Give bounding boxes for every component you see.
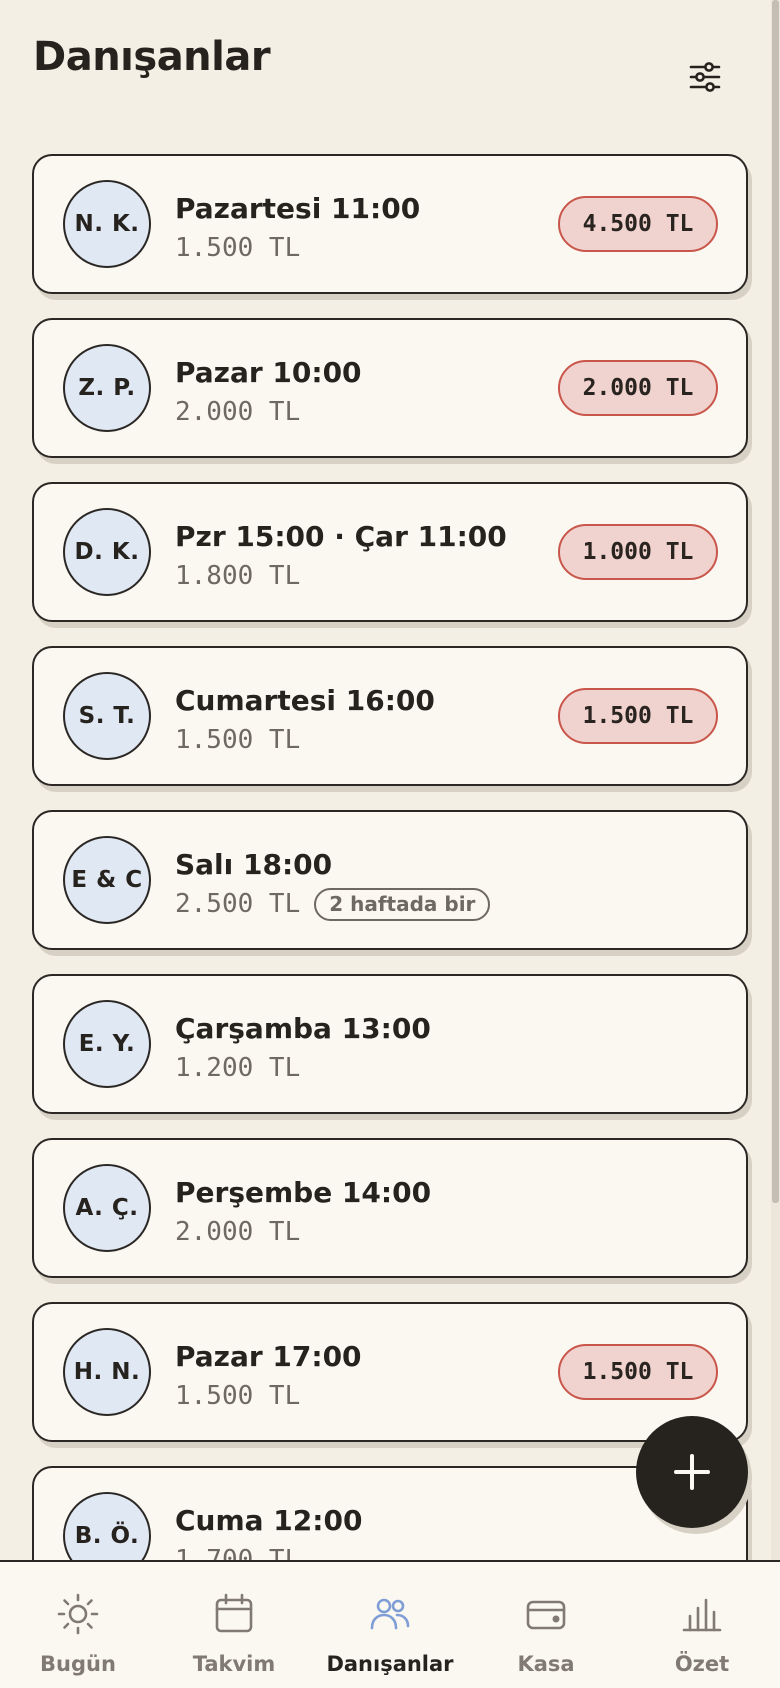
client-schedule: Çarşamba 13:00	[175, 1012, 431, 1045]
tab-label: Kasa	[517, 1652, 575, 1676]
client-avatar: A. Ç.	[63, 1164, 151, 1252]
client-list[interactable]: N. K. Pazartesi 11:00 1.500 TL 4.500 TL …	[0, 0, 780, 1560]
bottom-tab-bar: Bugün Takvim Danışanlar Kasa Özet	[0, 1560, 780, 1688]
scrollbar[interactable]	[771, 0, 780, 1688]
client-price-row: 2.500 TL 2 haftada bir	[175, 887, 491, 921]
client-session-price: 1.800 TL	[175, 561, 301, 591]
client-card[interactable]: A. Ç. Perşembe 14:00 2.000 TL	[32, 1138, 748, 1278]
client-schedule: Salı 18:00	[175, 848, 333, 881]
client-balance-badge: 1.500 TL	[558, 688, 718, 744]
tab-bugun[interactable]: Bugün	[0, 1562, 156, 1688]
client-balance-badge: 1.000 TL	[558, 524, 718, 580]
client-session-price: 1.500 TL	[175, 233, 301, 263]
scrollbar-thumb[interactable]	[772, 0, 779, 1203]
tab-kasa[interactable]: Kasa	[468, 1562, 624, 1688]
client-schedule: Pazartesi 11:00	[175, 192, 421, 225]
client-avatar: D. K.	[63, 508, 151, 596]
tab-label: Özet	[674, 1652, 730, 1676]
client-session-price: 2.500 TL	[175, 889, 301, 919]
client-card[interactable]: D. K. Pzr 15:00 · Çar 11:00 1.800 TL 1.0…	[32, 482, 748, 622]
client-session-price: 1.200 TL	[175, 1053, 301, 1083]
add-client-button[interactable]	[636, 1416, 748, 1528]
bar-chart-icon	[682, 1598, 722, 1632]
clients-screen: N. K. Pazartesi 11:00 1.500 TL 4.500 TL …	[0, 0, 780, 1688]
client-schedule: Cumartesi 16:00	[175, 684, 435, 717]
client-price-row: 2.000 TL	[175, 1215, 300, 1249]
sun-icon	[57, 1593, 99, 1635]
client-balance-badge: 1.500 TL	[558, 1344, 718, 1400]
page-header: Danışanlar	[0, 0, 780, 130]
frequency-tag: 2 haftada bir	[314, 887, 491, 921]
tab-takvim[interactable]: Takvim	[156, 1562, 312, 1688]
client-avatar: S. T.	[63, 672, 151, 760]
users-icon	[370, 1598, 410, 1630]
client-price-row: 1.500 TL	[175, 723, 300, 757]
client-avatar: E & C	[63, 836, 151, 924]
client-price-row: 2.000 TL	[175, 395, 300, 429]
sliders-icon	[689, 62, 721, 92]
client-session-price: 1.700 TL	[175, 1545, 301, 1560]
client-price-row: 1.800 TL	[175, 559, 300, 593]
client-session-price: 2.000 TL	[175, 397, 301, 427]
client-card[interactable]: Z. P. Pazar 10:00 2.000 TL 2.000 TL	[32, 318, 748, 458]
tab-ozet[interactable]: Özet	[624, 1562, 780, 1688]
calendar-icon	[215, 1593, 253, 1633]
client-balance-badge: 2.000 TL	[558, 360, 718, 416]
client-price-row: 1.700 TL	[175, 1543, 300, 1560]
client-price-row: 1.500 TL	[175, 1379, 300, 1413]
client-session-price: 1.500 TL	[175, 1381, 301, 1411]
client-price-row: 1.500 TL	[175, 231, 300, 265]
client-avatar: H. N.	[63, 1328, 151, 1416]
client-price-row: 1.200 TL	[175, 1051, 300, 1085]
client-schedule: Perşembe 14:00	[175, 1176, 432, 1209]
client-schedule: Pazar 17:00	[175, 1340, 362, 1373]
client-balance-badge: 4.500 TL	[558, 196, 718, 252]
client-card[interactable]: E & C Salı 18:00 2.500 TL 2 haftada bir	[32, 810, 748, 950]
tab-label: Bugün	[40, 1652, 116, 1676]
client-schedule: Pzr 15:00 · Çar 11:00	[175, 520, 507, 553]
client-avatar: B. Ö.	[63, 1492, 151, 1560]
page-title: Danışanlar	[33, 34, 271, 80]
client-schedule: Pazar 10:00	[175, 356, 362, 389]
client-avatar: Z. P.	[63, 344, 151, 432]
client-card[interactable]: S. T. Cumartesi 16:00 1.500 TL 1.500 TL	[32, 646, 748, 786]
client-card[interactable]: E. Y. Çarşamba 13:00 1.200 TL	[32, 974, 748, 1114]
client-session-price: 2.000 TL	[175, 1217, 301, 1247]
wallet-icon	[526, 1600, 566, 1630]
tab-danisanlar[interactable]: Danışanlar	[312, 1562, 468, 1688]
plus-icon	[674, 1454, 710, 1490]
client-card[interactable]: N. K. Pazartesi 11:00 1.500 TL 4.500 TL	[32, 154, 748, 294]
filter-button[interactable]	[680, 52, 730, 102]
client-card[interactable]: H. N. Pazar 17:00 1.500 TL 1.500 TL	[32, 1302, 748, 1442]
client-schedule: Cuma 12:00	[175, 1504, 363, 1537]
client-avatar: E. Y.	[63, 1000, 151, 1088]
client-session-price: 1.500 TL	[175, 725, 301, 755]
client-avatar: N. K.	[63, 180, 151, 268]
tab-label: Takvim	[192, 1652, 276, 1676]
tab-label: Danışanlar	[326, 1652, 454, 1676]
